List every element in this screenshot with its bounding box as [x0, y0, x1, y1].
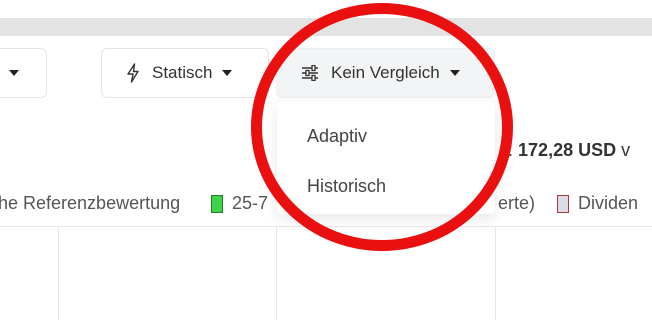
legend-item-range: 25-7 — [211, 193, 268, 214]
legend-label: 25-7 — [232, 193, 269, 213]
price-value: 172,28 USD — [518, 140, 617, 160]
lightning-icon — [127, 63, 139, 83]
column-divider — [276, 227, 277, 320]
legend-label: he Referenzbewertung — [0, 193, 181, 213]
legend-item-dividend: Dividen — [557, 193, 638, 214]
price-readout: : 172,28 USD v — [508, 140, 630, 161]
chevron-down-icon — [9, 70, 19, 76]
legend-swatch-green — [211, 194, 223, 213]
static-dropdown-button[interactable]: Statisch — [101, 48, 269, 98]
price-suffix: v — [621, 140, 631, 160]
legend-item-values: erte) — [498, 193, 535, 214]
highlight-circle — [251, 3, 513, 251]
static-button-label: Statisch — [152, 63, 213, 82]
column-divider — [495, 227, 496, 320]
legend-label: Dividen — [578, 193, 639, 213]
legend-item-reference-valuation: he Referenzbewertung — [0, 193, 180, 214]
legend-swatch-gray — [557, 194, 569, 213]
legend-label: erte) — [498, 193, 536, 213]
column-divider — [58, 227, 59, 320]
left-dropdown-button[interactable] — [0, 48, 47, 98]
chevron-down-icon — [222, 70, 233, 76]
